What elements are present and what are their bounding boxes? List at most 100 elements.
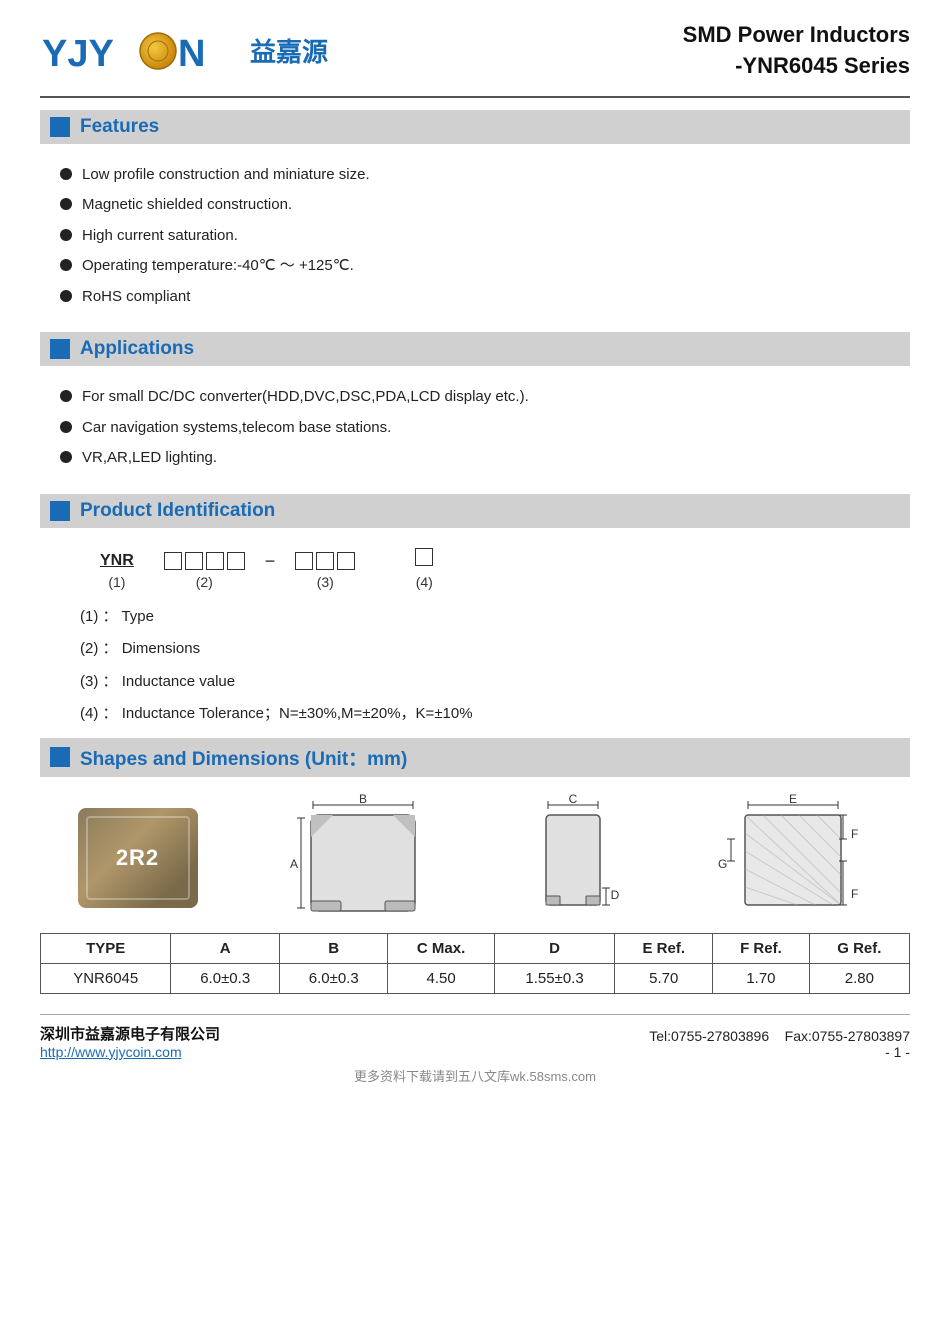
pid-box — [415, 548, 433, 566]
pid-group2-label: (2) — [196, 574, 213, 590]
pid-group4-label: (4) — [416, 574, 433, 590]
features-title: Features — [80, 116, 159, 138]
pid-box — [227, 552, 245, 570]
header-title: SMD Power Inductors -YNR6045 Series — [683, 20, 910, 82]
col-header-d: D — [494, 933, 615, 963]
svg-text:YJY: YJY — [42, 33, 114, 75]
bullet-icon — [60, 421, 72, 433]
list-item: High current saturation. — [60, 225, 910, 248]
logo-area: YJY N 益嘉源 — [40, 26, 328, 76]
cell-a: 6.0±0.3 — [171, 963, 280, 993]
features-section-header: Features — [40, 110, 910, 144]
pid-item: (3) ： Inductance value — [80, 671, 890, 694]
dimensions-table: TYPE A B C Max. D E Ref. F Ref. G Ref. Y… — [40, 933, 910, 994]
product-id-section-header: Product Identification — [40, 494, 910, 528]
pid-group1-label: (1) — [108, 574, 125, 590]
col-header-a: A — [171, 933, 280, 963]
svg-text:B: B — [358, 793, 366, 806]
logo-chinese: 益嘉源 — [250, 32, 328, 69]
pid-dash: − — [265, 551, 276, 572]
cell-type: YNR6045 — [41, 963, 171, 993]
product-id-square-icon — [50, 501, 70, 521]
applications-square-icon — [50, 339, 70, 359]
component-photo: 2R2 — [78, 808, 198, 908]
cell-e: 5.70 — [615, 963, 713, 993]
col-header-g: G Ref. — [809, 933, 909, 963]
product-id-diagram: YNR (1) (2) − (3) — [100, 548, 890, 590]
footer: 深圳市益嘉源电子有限公司 http://www.yjycoin.com Tel:… — [40, 1014, 910, 1060]
bullet-icon — [60, 290, 72, 302]
shapes-title: Shapes and Dimensions (Unit：mm) — [80, 744, 407, 771]
logo-svg: YJY N — [40, 26, 240, 76]
shapes-section-header: Shapes and Dimensions (Unit：mm) — [40, 738, 910, 777]
pid-group3-label: (3) — [317, 574, 334, 590]
table-header-row: TYPE A B C Max. D E Ref. F Ref. G Ref. — [41, 933, 910, 963]
applications-title: Applications — [80, 338, 194, 360]
svg-text:N: N — [178, 33, 205, 75]
col-header-f: F Ref. — [713, 933, 810, 963]
pid-box — [295, 552, 313, 570]
cell-f: 1.70 — [713, 963, 810, 993]
tel: Tel:0755-27803896 — [649, 1028, 769, 1044]
features-square-icon — [50, 117, 70, 137]
col-header-b: B — [279, 933, 388, 963]
svg-text:E: E — [788, 793, 796, 806]
list-item: Car navigation systems,telecom base stat… — [60, 417, 910, 440]
bullet-icon — [60, 390, 72, 402]
list-item: VR,AR,LED lighting. — [60, 447, 910, 470]
pid-box — [164, 552, 182, 570]
pid-ynr-label: YNR — [100, 552, 134, 570]
company-name: 深圳市益嘉源电子有限公司 — [40, 1023, 220, 1044]
pid-item: (2) ： Dimensions — [80, 638, 890, 661]
col-header-c: C Max. — [388, 933, 494, 963]
cell-b: 6.0±0.3 — [279, 963, 388, 993]
watermark: 更多资料下载请到五八文库wk.58sms.com — [40, 1066, 910, 1085]
pid-box — [206, 552, 224, 570]
footer-right: Tel:0755-27803896 Fax:0755-27803897 - 1 … — [649, 1028, 910, 1060]
bullet-icon — [60, 451, 72, 463]
cell-g: 2.80 — [809, 963, 909, 993]
col-header-e: E Ref. — [615, 933, 713, 963]
website-link[interactable]: http://www.yjycoin.com — [40, 1044, 182, 1060]
pid-box — [185, 552, 203, 570]
svg-text:G: G — [718, 857, 727, 871]
list-item: Low profile construction and miniature s… — [60, 164, 910, 187]
shapes-diagrams: 2R2 B A C — [40, 793, 910, 923]
product-id-title: Product Identification — [80, 500, 275, 522]
shapes-square-icon — [50, 747, 70, 767]
applications-section-header: Applications — [40, 332, 910, 366]
bullet-icon — [60, 198, 72, 210]
header-title-line2: -YNR6045 Series — [683, 51, 910, 82]
svg-text:F: F — [851, 827, 858, 841]
header-title-line1: SMD Power Inductors — [683, 20, 910, 51]
applications-list: For small DC/DC converter(HDD,DVC,DSC,PD… — [40, 374, 910, 482]
list-item: For small DC/DC converter(HDD,DVC,DSC,PD… — [60, 386, 910, 409]
pid-box — [337, 552, 355, 570]
features-list: Low profile construction and miniature s… — [40, 152, 910, 321]
page: YJY N 益嘉源 SMD Power Inductors -YNR6045 S… — [0, 0, 950, 1344]
pid-item: (4) ： Inductance Tolerance；N=±30%,M=±20%… — [80, 703, 890, 726]
list-item: RoHS compliant — [60, 286, 910, 309]
header: YJY N 益嘉源 SMD Power Inductors -YNR6045 S… — [40, 20, 910, 98]
list-item: Operating temperature:-40℃ ～ +125℃. — [60, 255, 910, 278]
col-header-type: TYPE — [41, 933, 171, 963]
pid-items: (1) ： Type (2) ： Dimensions (3) ： Induct… — [80, 606, 890, 726]
cell-d: 1.55±0.3 — [494, 963, 615, 993]
svg-text:D: D — [610, 888, 619, 902]
list-item: Magnetic shielded construction. — [60, 194, 910, 217]
svg-text:A: A — [289, 857, 297, 871]
end-view-diagram: E F F G — [713, 793, 873, 923]
table-row: YNR6045 6.0±0.3 6.0±0.3 4.50 1.55±0.3 5.… — [41, 963, 910, 993]
bullet-icon — [60, 168, 72, 180]
fax: Fax:0755-27803897 — [785, 1028, 910, 1044]
pid-item: (1) ： Type — [80, 606, 890, 629]
side-view-diagram: C D — [528, 793, 628, 923]
svg-text:F: F — [851, 887, 858, 901]
bullet-icon — [60, 229, 72, 241]
bullet-icon — [60, 259, 72, 271]
cell-c: 4.50 — [388, 963, 494, 993]
svg-text:C: C — [568, 793, 577, 806]
footer-left: 深圳市益嘉源电子有限公司 http://www.yjycoin.com — [40, 1023, 220, 1060]
pid-box — [316, 552, 334, 570]
component-label: 2R2 — [116, 845, 159, 871]
